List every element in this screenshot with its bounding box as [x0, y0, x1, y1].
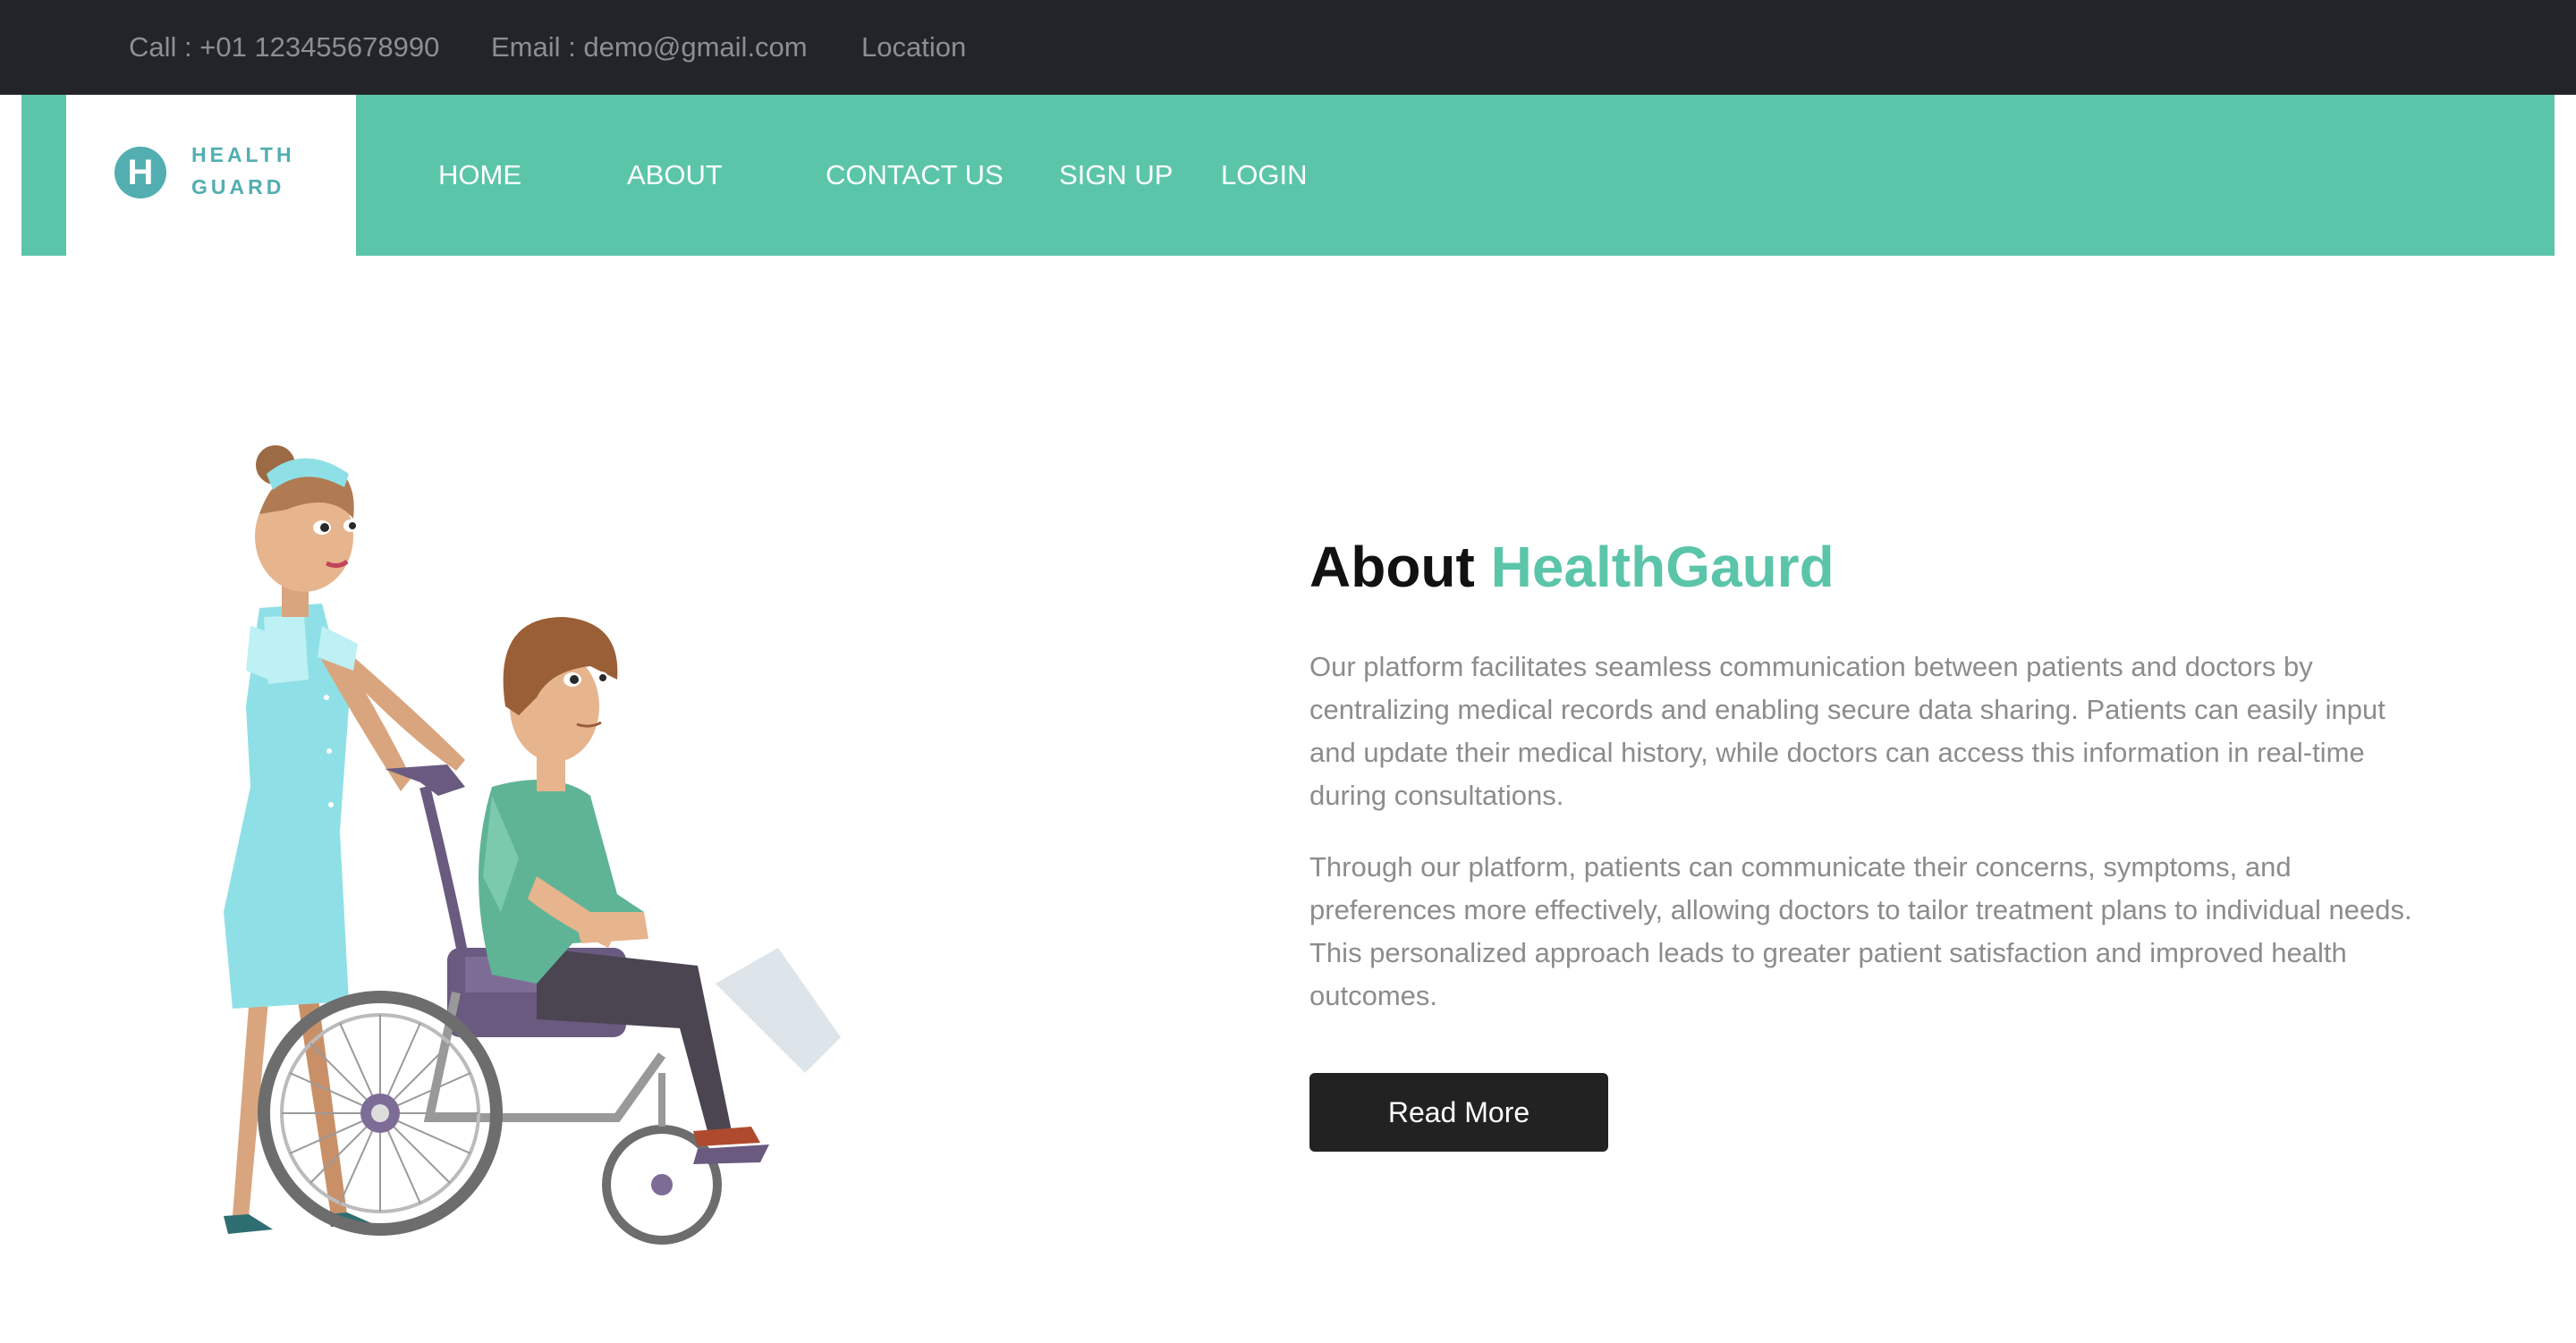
- nav-login[interactable]: LOGIN: [1221, 95, 1307, 256]
- about-paragraph-1: Our platform facilitates seamless commun…: [1309, 651, 2385, 811]
- nurse-wheelchair-illustration: [224, 445, 841, 1245]
- nav-home[interactable]: HOME: [438, 95, 521, 256]
- location-info[interactable]: Location: [861, 0, 966, 95]
- email-info[interactable]: Email : demo@gmail.com: [491, 0, 808, 95]
- nav-sign-up[interactable]: SIGN UP: [1059, 95, 1173, 256]
- about-paragraph-2: Through our platform, patients can commu…: [1309, 851, 2412, 1011]
- patient-figure: [479, 617, 841, 1146]
- top-info-bar: Call : +01 123455678990 Email : demo@gma…: [0, 0, 2576, 95]
- about-heading-prefix: About: [1309, 535, 1491, 599]
- nav-about[interactable]: ABOUT: [627, 95, 723, 256]
- logo-text-line1: HEALTH: [191, 143, 295, 166]
- logo-text-line2: GUARD: [191, 175, 285, 198]
- read-more-button[interactable]: Read More: [1309, 1073, 1608, 1152]
- nav-contact-us[interactable]: CONTACT US: [826, 95, 1004, 256]
- about-heading-brand: HealthGaurd: [1490, 535, 1835, 599]
- logo-h-icon: H: [114, 147, 166, 198]
- call-info[interactable]: Call : +01 123455678990: [129, 0, 439, 95]
- about-heading: About HealthGaurd: [1309, 534, 1835, 600]
